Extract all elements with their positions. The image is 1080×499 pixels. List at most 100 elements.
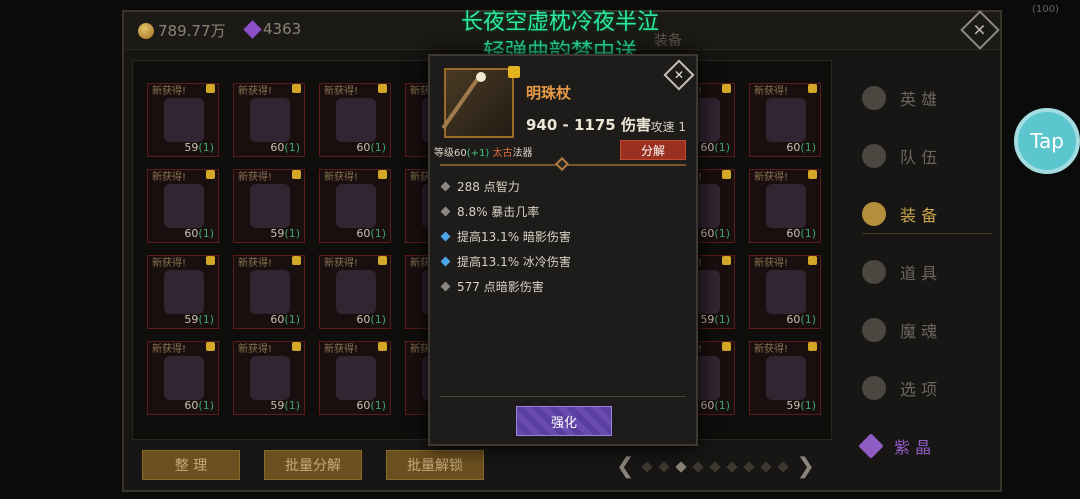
page-dot[interactable] bbox=[777, 460, 790, 473]
lock-icon bbox=[206, 342, 215, 351]
item-slot[interactable]: 新获得! 60(1) bbox=[319, 341, 391, 415]
equipment-icon bbox=[336, 270, 376, 314]
item-slot[interactable]: 新获得! 60(1) bbox=[233, 83, 305, 157]
gold-amount: 789.77万 bbox=[158, 22, 226, 40]
divider bbox=[440, 396, 686, 397]
popup-close-button[interactable]: ✕ bbox=[663, 59, 695, 91]
new-badge: 新获得! bbox=[238, 86, 273, 97]
lock-icon bbox=[808, 170, 817, 179]
item-detail-popup: ✕ 明珠杖 940 - 1175 伤害 攻速 1 等级60(+1) 太古法器 分… bbox=[428, 54, 698, 446]
flag-icon bbox=[862, 144, 886, 168]
item-slot[interactable]: 新获得! 59(1) bbox=[147, 255, 219, 329]
sidebar-item[interactable]: 英 雄 bbox=[862, 78, 992, 118]
page-dot[interactable] bbox=[675, 460, 688, 473]
item-slot[interactable]: 新获得! 60(1) bbox=[749, 255, 821, 329]
heroes-icon bbox=[862, 86, 886, 110]
crystal-icon bbox=[858, 433, 884, 459]
item-slot[interactable]: 新获得! 60(1) bbox=[319, 169, 391, 243]
sidebar-item[interactable]: 魔 魂 bbox=[862, 310, 992, 350]
sort-button[interactable]: 整 理 bbox=[142, 450, 240, 480]
lock-icon bbox=[722, 342, 731, 351]
stat-line: 8.8% 暴击几率 bbox=[440, 203, 539, 220]
item-slot[interactable]: 新获得! 60(1) bbox=[319, 83, 391, 157]
sidebar-item-label: 队 伍 bbox=[900, 148, 938, 167]
new-badge: 新获得! bbox=[754, 172, 789, 183]
sidebar-item-label: 道 具 bbox=[900, 264, 938, 283]
gem-amount: 4363 bbox=[263, 20, 302, 38]
new-badge: 新获得! bbox=[238, 172, 273, 183]
item-level-count: 60(1) bbox=[700, 227, 730, 240]
new-badge: 新获得! bbox=[324, 344, 359, 355]
lock-icon bbox=[378, 342, 387, 351]
lock-icon[interactable] bbox=[508, 66, 520, 78]
equipment-icon bbox=[250, 98, 290, 142]
sidebar-item[interactable]: 选 项 bbox=[862, 368, 992, 408]
item-level-count: 60(1) bbox=[184, 399, 214, 412]
item-slot[interactable]: 新获得! 59(1) bbox=[233, 169, 305, 243]
lock-icon bbox=[378, 170, 387, 179]
equipment-icon bbox=[250, 184, 290, 228]
window-close-button[interactable]: ✕ bbox=[960, 10, 1000, 50]
bullet-icon bbox=[440, 231, 451, 242]
sidebar-item[interactable]: 装 备 bbox=[862, 194, 992, 234]
equipment-icon bbox=[766, 356, 806, 400]
lock-icon bbox=[292, 256, 301, 265]
item-slot[interactable]: 新获得! 59(1) bbox=[147, 83, 219, 157]
item-slot[interactable]: 新获得! 60(1) bbox=[749, 169, 821, 243]
sidebar-item[interactable]: 队 伍 bbox=[862, 136, 992, 176]
item-slot[interactable]: 新获得! 59(1) bbox=[749, 341, 821, 415]
item-level-count: 60(1) bbox=[270, 141, 300, 154]
close-icon: ✕ bbox=[973, 20, 987, 40]
bullet-icon bbox=[440, 256, 451, 267]
decompose-button[interactable]: 分解 bbox=[620, 140, 686, 160]
lock-icon bbox=[722, 256, 731, 265]
enhance-button[interactable]: 强化 bbox=[516, 406, 612, 436]
lock-icon bbox=[808, 342, 817, 351]
new-badge: 新获得! bbox=[324, 86, 359, 97]
item-level-count: 60(1) bbox=[786, 227, 816, 240]
page-dot[interactable] bbox=[692, 460, 705, 473]
sidebar-item[interactable]: 道 具 bbox=[862, 252, 992, 292]
equipment-icon bbox=[766, 98, 806, 142]
new-badge: 新获得! bbox=[152, 344, 187, 355]
page-dot[interactable] bbox=[641, 460, 654, 473]
bullet-icon bbox=[440, 181, 451, 192]
item-level-count: 59(1) bbox=[786, 399, 816, 412]
item-level-count: 60(1) bbox=[356, 227, 386, 240]
equipment-icon bbox=[164, 356, 204, 400]
batch-decompose-button[interactable]: 批量分解 bbox=[264, 450, 362, 480]
equipment-icon bbox=[250, 270, 290, 314]
item-slot[interactable]: 新获得! 60(1) bbox=[233, 255, 305, 329]
item-level-count: 59(1) bbox=[184, 141, 214, 154]
equipment-icon bbox=[336, 356, 376, 400]
item-level-count: 60(1) bbox=[356, 313, 386, 326]
prev-page-icon[interactable]: ❮ bbox=[616, 454, 634, 479]
page-dot[interactable] bbox=[743, 460, 756, 473]
item-slot[interactable]: 新获得! 59(1) bbox=[233, 341, 305, 415]
item-level-count: 60(1) bbox=[786, 313, 816, 326]
next-page-icon[interactable]: ❯ bbox=[796, 454, 814, 479]
item-slot[interactable]: 新获得! 60(1) bbox=[749, 83, 821, 157]
item-slot[interactable]: 新获得! 60(1) bbox=[319, 255, 391, 329]
page-dot[interactable] bbox=[726, 460, 739, 473]
tap-button[interactable]: Tap bbox=[1014, 108, 1080, 174]
batch-unlock-button[interactable]: 批量解锁 bbox=[386, 450, 484, 480]
gem-icon bbox=[243, 19, 262, 39]
sidebar-item[interactable]: 紫 晶 bbox=[858, 426, 992, 466]
item-level-count: 59(1) bbox=[700, 313, 730, 326]
new-badge: 新获得! bbox=[152, 86, 187, 97]
item-thumbnail bbox=[441, 68, 514, 138]
page-dot[interactable] bbox=[760, 460, 773, 473]
item-level-count: 60(1) bbox=[356, 141, 386, 154]
item-damage: 940 - 1175 伤害 bbox=[526, 116, 651, 134]
new-badge: 新获得! bbox=[238, 344, 273, 355]
new-badge: 新获得! bbox=[754, 258, 789, 269]
item-slot[interactable]: 新获得! 60(1) bbox=[147, 169, 219, 243]
equipment-icon bbox=[164, 184, 204, 228]
new-badge: 新获得! bbox=[324, 258, 359, 269]
item-level-count: 60(1) bbox=[270, 313, 300, 326]
page-dot[interactable] bbox=[658, 460, 671, 473]
sidebar-item-label: 装 备 bbox=[900, 205, 938, 225]
item-slot[interactable]: 新获得! 60(1) bbox=[147, 341, 219, 415]
page-dot[interactable] bbox=[709, 460, 722, 473]
